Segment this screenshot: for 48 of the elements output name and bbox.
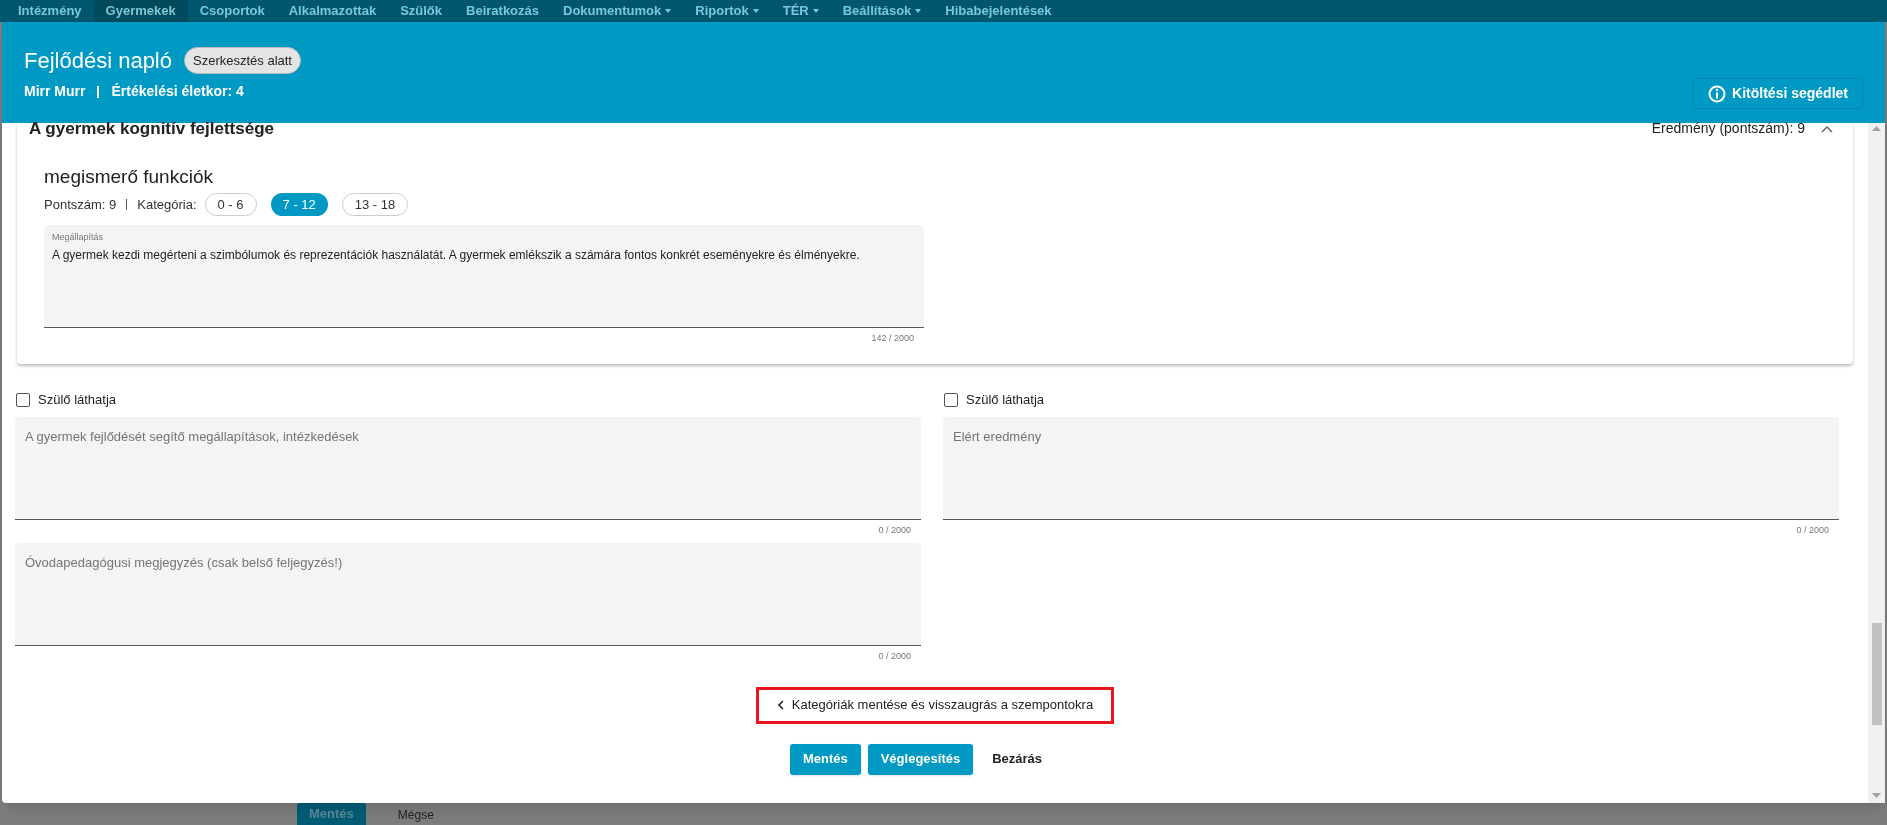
text-button[interactable]: Mégse bbox=[393, 803, 438, 825]
save-and-back-button[interactable]: Kategóriák mentése és visszaugrás a szempontokra bbox=[755, 686, 1115, 724]
primary-button[interactable]: Mentés bbox=[789, 743, 861, 775]
scrollbar-thumb[interactable] bbox=[1871, 623, 1882, 725]
help-button[interactable]: Kitöltési segédlet bbox=[1693, 78, 1863, 109]
nav-tab[interactable]: Szülők bbox=[388, 0, 455, 22]
text-area-field[interactable]: Óvodapedagógusi megjegyzés (csak belső feljegyzés!) bbox=[15, 542, 921, 646]
age-label: Értékelési életkor: 4 bbox=[111, 82, 244, 101]
chevron-left-icon bbox=[776, 700, 784, 710]
checkbox-label: Szülő láthatja bbox=[38, 390, 117, 409]
scroll-down-icon[interactable] bbox=[1872, 793, 1881, 799]
text-area-field[interactable]: Elért eredmény bbox=[943, 416, 1839, 520]
status-badge: Szerkesztés alatt bbox=[184, 46, 301, 75]
scrollbar[interactable] bbox=[1868, 123, 1885, 803]
character-counter: 0 / 2000 bbox=[878, 649, 911, 663]
checkbox-label: Szülő láthatja bbox=[966, 390, 1045, 409]
field-label: Megállapítás bbox=[52, 231, 105, 244]
text-area-field[interactable]: A gyermek fejlődését segítő megállapítások, intézkedések bbox=[15, 416, 921, 520]
nav-tab[interactable]: Dokumentumok bbox=[551, 0, 684, 22]
text-button[interactable]: Bezárás bbox=[980, 743, 1055, 775]
score-label: Pontszám: 9 bbox=[44, 195, 117, 214]
character-counter: 142 / 2000 bbox=[871, 332, 914, 345]
nav-tab[interactable]: Gyermekek bbox=[93, 0, 188, 22]
nav-tab[interactable]: Alkalmazottak bbox=[276, 0, 389, 22]
dialog-title: Fejlődési napló bbox=[24, 47, 172, 75]
child-name: Mirr Murr bbox=[24, 82, 86, 101]
nav-tab[interactable]: Beállítások bbox=[830, 0, 934, 22]
section-title: A gyermek kognitív fejlettsége bbox=[29, 117, 274, 140]
nav-tab[interactable]: Hibabejelentések bbox=[933, 0, 1064, 22]
nav-tab[interactable]: Riportok bbox=[683, 0, 771, 22]
info-icon bbox=[1708, 84, 1727, 103]
nav-tab[interactable]: Intézmény bbox=[6, 0, 94, 22]
scroll-up-icon[interactable] bbox=[1872, 125, 1881, 131]
nav-tab[interactable]: TÉR bbox=[770, 0, 831, 22]
chevron-up-icon[interactable] bbox=[1821, 124, 1833, 133]
field-value: A gyermek kezdi megérteni a szimbólumok és reprezentációk használatát. A gyermek emlékszik a számára fontos konkrét eseményekre és élményekre. bbox=[52, 246, 861, 264]
subsection-title: megismerő funkciók bbox=[44, 166, 214, 188]
checkbox[interactable] bbox=[16, 392, 30, 407]
character-counter: 0 / 2000 bbox=[878, 523, 911, 537]
category-label: Kategória: bbox=[137, 195, 197, 214]
character-counter: 0 / 2000 bbox=[1796, 523, 1829, 537]
primary-button[interactable]: Véglegesítés bbox=[867, 743, 974, 775]
category-chip[interactable]: 7 - 12 bbox=[270, 193, 328, 216]
finding-field[interactable]: Megállapítás A gyermek kezdi megérteni a szimbólumok és reprezentációk használatát. A gyermek emlékszik a számára fontos konkrét eseményekre és élményekre. bbox=[44, 225, 924, 328]
nav-tab[interactable]: Beiratkozás bbox=[454, 0, 551, 22]
checkbox[interactable] bbox=[944, 392, 958, 407]
nav-tab[interactable]: Csoportok bbox=[187, 0, 277, 22]
result-score: Eredmény (pontszám): 9 bbox=[1651, 119, 1805, 138]
